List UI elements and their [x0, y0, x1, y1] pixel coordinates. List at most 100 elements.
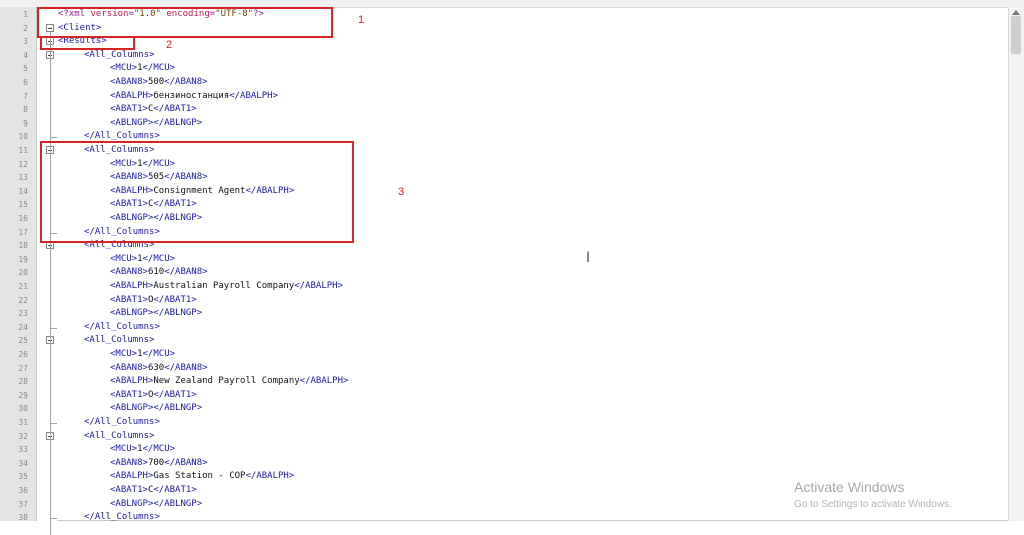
- xml-token: <ABAT1>: [110, 104, 148, 115]
- xml-token: </ABAT1>: [153, 485, 197, 495]
- line-number: 28: [18, 377, 28, 387]
- code-line[interactable]: 21 <ABALPH>Australian Payroll Company</AB…: [0, 280, 1000, 293]
- xml-token: </ABAT1>: [153, 104, 197, 115]
- line-number: 27: [18, 363, 28, 373]
- xml-token: <MCU>: [110, 63, 138, 74]
- line-number: 38: [18, 513, 28, 523]
- line-number: 35: [18, 472, 28, 482]
- code-text: <All_Columns>: [84, 334, 154, 347]
- line-number: 14: [18, 186, 28, 196]
- code-line[interactable]: 28 <ABALPH>New Zealand Payroll Company</A…: [0, 375, 1000, 388]
- code-line[interactable]: 7 <ABALPH>бензиностанция</ABALPH>: [0, 90, 1000, 103]
- code-line[interactable]: 22 <ABAT1>O</ABAT1>: [0, 294, 1000, 307]
- line-number: 13: [18, 173, 28, 183]
- code-line[interactable]: 26 <MCU>1</MCU>: [0, 348, 1000, 361]
- code-text: <ABALPH>бензиностанция</ABALPH>: [110, 90, 278, 103]
- xml-token: </ABLNGP>: [153, 498, 203, 509]
- xml-value: Australian Payroll Company: [153, 281, 295, 291]
- xml-token: </MCU>: [142, 253, 176, 264]
- annotation-label-3: 3: [398, 186, 405, 198]
- code-line[interactable]: 33 <MCU>1</MCU>: [0, 443, 1000, 456]
- scroll-up-arrow-icon[interactable]: [1012, 10, 1020, 15]
- xml-token: <ABAN8>: [110, 267, 148, 278]
- code-text: <ABAN8>500</ABAN8>: [110, 76, 208, 89]
- line-number: 36: [18, 486, 28, 495]
- code-line[interactable]: 38 </All_Columns>: [0, 511, 1000, 524]
- xml-token: <All_Columns>: [84, 430, 155, 441]
- code-line[interactable]: 24 </All_Columns>: [0, 321, 1000, 334]
- code-text: </All_Columns>: [84, 416, 160, 429]
- line-number: 15: [18, 200, 28, 210]
- xml-token: </All_Columns>: [84, 321, 160, 332]
- annotation-box-1: [37, 7, 333, 38]
- xml-value: 610: [147, 267, 165, 278]
- fold-end-marker: [50, 423, 57, 424]
- xml-token: </ABAT1>: [153, 389, 197, 400]
- code-text: <All_Columns>: [84, 49, 154, 62]
- line-number: 9: [23, 118, 28, 128]
- line-number: 33: [18, 445, 28, 455]
- code-text: </All_Columns>: [84, 321, 160, 334]
- xml-token: <ABALPH>: [110, 281, 154, 291]
- code-text: <ABAN8>630</ABAN8>: [110, 362, 208, 375]
- line-number: 10: [18, 132, 28, 142]
- code-line[interactable]: 19 <MCU>1</MCU>: [0, 253, 1000, 266]
- xml-value: 630: [147, 362, 165, 373]
- code-line[interactable]: 9 <ABLNGP></ABLNGP>: [0, 117, 1000, 130]
- code-text: <ABLNGP></ABLNGP>: [110, 402, 202, 415]
- code-text: <ABAN8>610</ABAN8>: [110, 266, 208, 279]
- xml-token: </ABAT1>: [153, 294, 197, 305]
- line-number: 12: [18, 159, 28, 169]
- xml-token: </MCU>: [142, 444, 176, 455]
- line-number: 24: [18, 322, 28, 332]
- code-text: <ABALPH>Australian Payroll Company</ABAL…: [110, 280, 343, 293]
- code-line[interactable]: 34 <ABAN8>700</ABAN8>: [0, 457, 1000, 470]
- code-line[interactable]: 31 </All_Columns>: [0, 416, 1000, 429]
- xml-token: <ABLNGP>: [110, 498, 154, 509]
- annotation-label-2: 2: [166, 39, 173, 51]
- line-number: 18: [18, 241, 28, 251]
- xml-token: <ABALPH>: [110, 471, 154, 482]
- xml-token: <MCU>: [110, 444, 138, 455]
- line-number: 34: [18, 458, 28, 468]
- xml-value: 500: [147, 77, 165, 87]
- xml-token: </ABLNGP>: [153, 308, 203, 319]
- code-text: <MCU>1</MCU>: [110, 62, 175, 75]
- code-line[interactable]: 4 <All_Columns>: [0, 49, 1000, 62]
- line-number: 8: [23, 105, 28, 115]
- xml-token: </ABAN8>: [164, 457, 208, 468]
- code-line[interactable]: 29 <ABAT1>O</ABAT1>: [0, 389, 1000, 402]
- xml-token: </MCU>: [142, 349, 176, 359]
- vertical-scrollbar[interactable]: [1008, 7, 1024, 521]
- code-text: <All_Columns>: [84, 430, 154, 443]
- annotation-box-2: [40, 36, 135, 50]
- code-text: <ABAT1>C</ABAT1>: [110, 103, 197, 116]
- annotation-box-3: [40, 141, 354, 243]
- code-line[interactable]: 23 <ABLNGP></ABLNGP>: [0, 307, 1000, 320]
- code-line[interactable]: 5 <MCU>1</MCU>: [0, 62, 1000, 75]
- code-line[interactable]: 20 <ABAN8>610</ABAN8>: [0, 266, 1000, 279]
- code-line[interactable]: 32 <All_Columns>: [0, 430, 1000, 443]
- code-line[interactable]: 27 <ABAN8>630</ABAN8>: [0, 362, 1000, 375]
- line-number: 21: [18, 282, 28, 291]
- code-text: <ABAT1>O</ABAT1>: [110, 294, 197, 307]
- code-line[interactable]: 30 <ABLNGP></ABLNGP>: [0, 402, 1000, 415]
- scrollbar-thumb[interactable]: [1011, 16, 1021, 54]
- fold-end-marker: [50, 518, 57, 520]
- xml-value: бензиностанция: [153, 90, 230, 101]
- xml-token: <ABLNGP>: [110, 308, 154, 319]
- xml-token: </ABAN8>: [164, 267, 208, 278]
- code-line[interactable]: 6 <ABAN8>500</ABAN8>: [0, 76, 1000, 89]
- xml-value: New Zealand Payroll Company: [153, 376, 300, 387]
- xml-token: </ABLNGP>: [153, 117, 203, 128]
- line-number: 11: [18, 146, 28, 155]
- line-number: 1: [23, 10, 28, 19]
- xml-token: <MCU>: [110, 253, 138, 264]
- line-number: 3: [23, 37, 28, 47]
- xml-token: <ABALPH>: [110, 90, 154, 101]
- line-number: 29: [18, 390, 28, 400]
- line-number: 23: [18, 309, 28, 319]
- code-line[interactable]: 8 <ABAT1>C</ABAT1>: [0, 103, 1000, 116]
- xml-value: Gas Station - COP: [153, 471, 246, 482]
- code-line[interactable]: 25 <All_Columns>: [0, 334, 1000, 347]
